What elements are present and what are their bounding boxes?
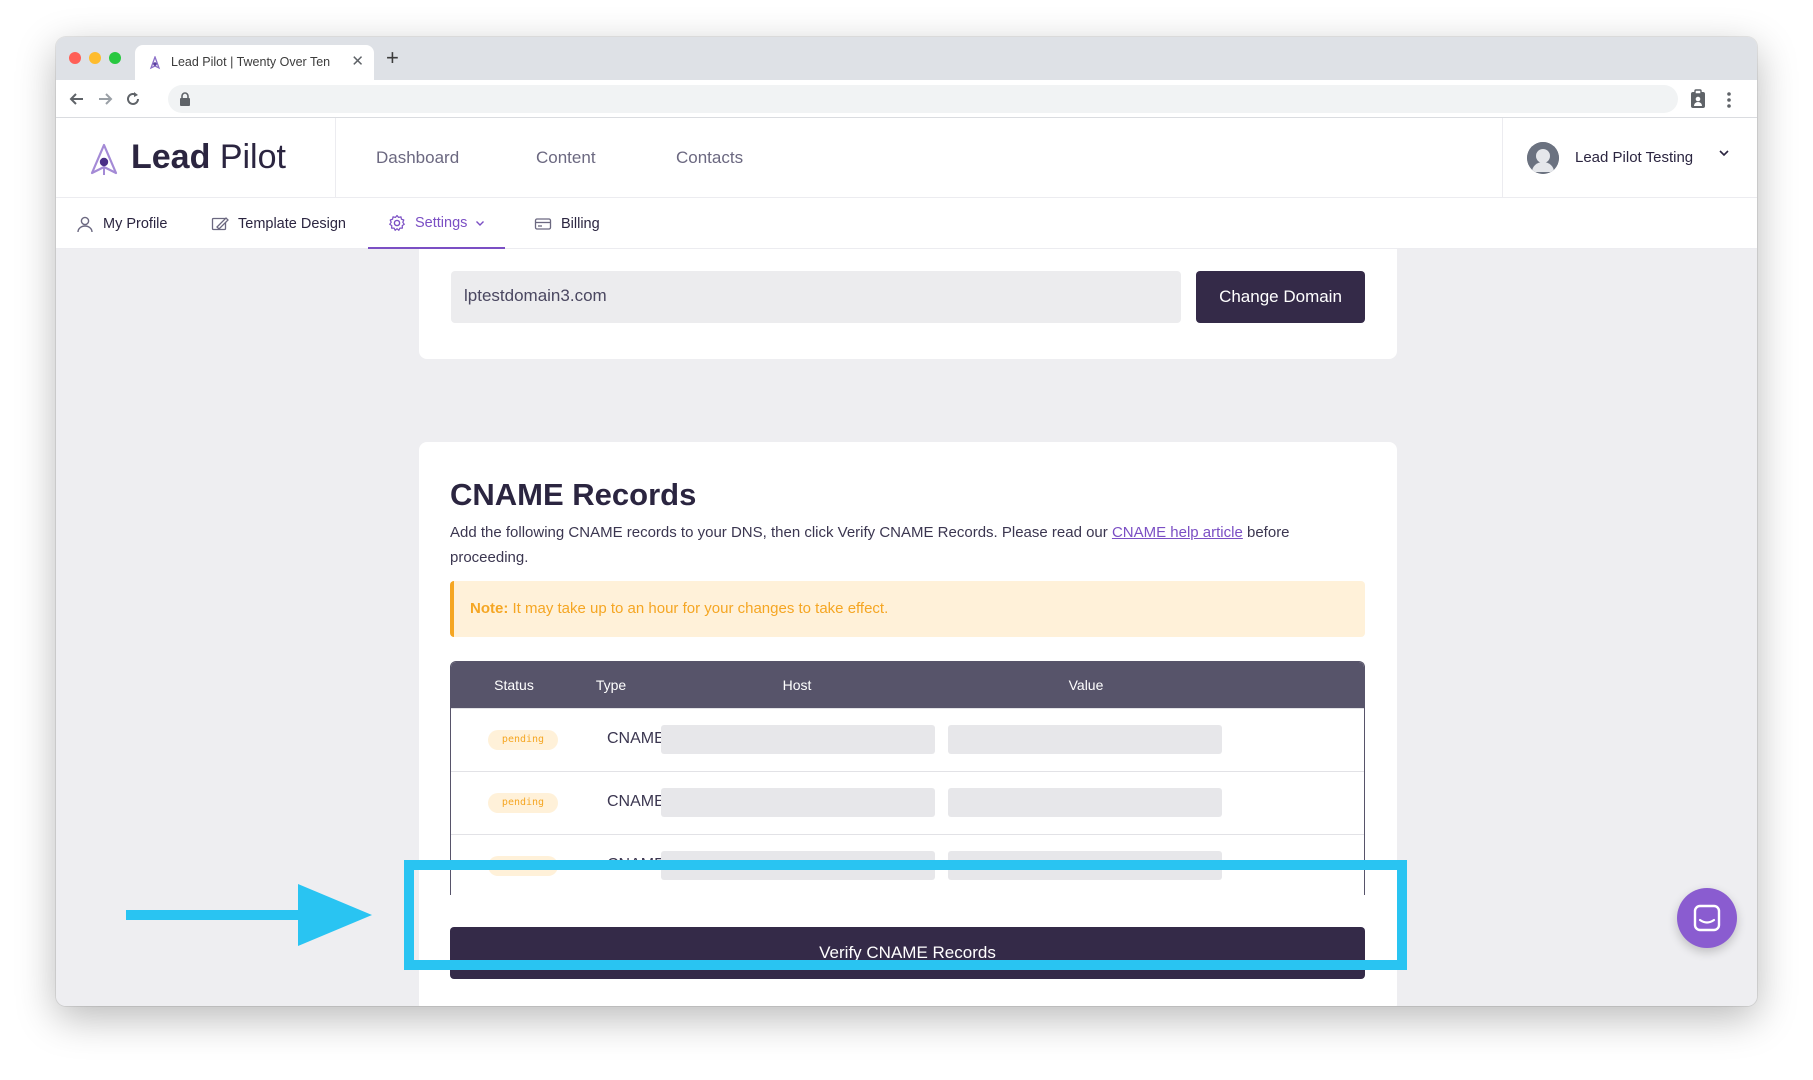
tab-strip: Lead Pilot | Twenty Over Ten ✕ + bbox=[56, 37, 1757, 80]
user-menu[interactable]: Lead Pilot Testing bbox=[1502, 118, 1757, 198]
browser-tab[interactable]: Lead Pilot | Twenty Over Ten ✕ bbox=[135, 45, 374, 80]
chat-icon bbox=[1693, 904, 1721, 932]
rocket-favicon-icon bbox=[149, 56, 161, 70]
user-avatar-icon bbox=[1527, 142, 1559, 174]
avatar bbox=[1527, 142, 1559, 174]
section-description: Add the following CNAME records to your … bbox=[450, 520, 1350, 570]
subnav-my-profile[interactable]: My Profile bbox=[76, 198, 167, 249]
credit-card-icon bbox=[534, 217, 552, 230]
close-tab-icon[interactable]: ✕ bbox=[351, 52, 364, 70]
lock-icon bbox=[180, 92, 190, 106]
column-header-host: Host bbox=[782, 677, 812, 693]
table-header: Status Type Host Value bbox=[451, 662, 1364, 708]
column-header-value: Value bbox=[1068, 677, 1104, 693]
cname-help-link[interactable]: CNAME help article bbox=[1112, 524, 1243, 541]
brand[interactable]: Lead Pilot bbox=[56, 118, 336, 198]
status-badge: pending bbox=[488, 793, 558, 813]
gear-icon bbox=[389, 214, 405, 231]
rocket-logo-icon bbox=[90, 143, 118, 175]
annotation-highlight-box bbox=[404, 860, 1407, 970]
brand-name: Lead Pilot bbox=[131, 138, 286, 177]
brand-name-light: Pilot bbox=[219, 138, 286, 176]
host-field[interactable] bbox=[661, 788, 935, 817]
close-window-button[interactable] bbox=[69, 52, 81, 64]
table-row: pending CNAME bbox=[451, 771, 1364, 834]
chevron-down-icon bbox=[1719, 150, 1729, 157]
chevron-down-icon bbox=[476, 220, 485, 226]
status-badge: pending bbox=[488, 730, 558, 750]
note-label: Note: bbox=[470, 600, 509, 617]
table-row: pending CNAME bbox=[451, 708, 1364, 771]
browser-menu-icon[interactable] bbox=[1726, 91, 1732, 109]
nav-dashboard[interactable]: Dashboard bbox=[376, 148, 459, 168]
column-header-type: Type bbox=[595, 677, 627, 693]
subnav-my-profile-label: My Profile bbox=[103, 215, 168, 232]
subnav-settings-label: Settings bbox=[415, 214, 468, 231]
settings-subnav: My Profile Template Design Settings Bill… bbox=[56, 198, 1757, 249]
subnav-template-design[interactable]: Template Design bbox=[211, 198, 346, 249]
new-tab-icon[interactable]: + bbox=[386, 45, 399, 71]
user-name: Lead Pilot Testing bbox=[1575, 149, 1694, 166]
forward-icon[interactable] bbox=[96, 90, 114, 108]
change-domain-button[interactable]: Change Domain bbox=[1196, 271, 1365, 323]
tab-title: Lead Pilot | Twenty Over Ten bbox=[171, 55, 331, 69]
minimize-window-button[interactable] bbox=[89, 52, 101, 64]
section-title: CNAME Records bbox=[450, 477, 697, 512]
domain-input[interactable]: lptestdomain3.com bbox=[451, 271, 1181, 323]
maximize-window-button[interactable] bbox=[109, 52, 121, 64]
note-text: It may take up to an hour for your chang… bbox=[508, 600, 889, 617]
annotation-arrow-icon bbox=[126, 884, 372, 946]
description-text: Add the following CNAME records to your … bbox=[450, 524, 1112, 541]
subnav-template-design-label: Template Design bbox=[238, 215, 346, 232]
back-icon[interactable] bbox=[68, 90, 86, 108]
subnav-billing-label: Billing bbox=[561, 215, 600, 232]
subnav-billing[interactable]: Billing bbox=[534, 198, 600, 249]
brand-name-bold: Lead bbox=[131, 138, 211, 176]
note-banner: Note: It may take up to an hour for your… bbox=[450, 581, 1365, 637]
template-edit-icon bbox=[211, 216, 229, 230]
nav-content[interactable]: Content bbox=[536, 148, 596, 168]
domain-card: lptestdomain3.com Change Domain bbox=[419, 249, 1397, 359]
value-field[interactable] bbox=[948, 725, 1222, 754]
record-type: CNAME bbox=[607, 730, 665, 747]
user-icon bbox=[77, 216, 93, 232]
column-header-status: Status bbox=[494, 677, 534, 693]
chat-widget-button[interactable] bbox=[1677, 888, 1737, 948]
host-field[interactable] bbox=[661, 725, 935, 754]
subnav-settings[interactable]: Settings bbox=[368, 198, 506, 249]
reload-icon[interactable] bbox=[124, 90, 142, 108]
app-header: Lead Pilot Dashboard Content Contacts Le… bbox=[56, 118, 1757, 198]
extension-clipboard-icon[interactable] bbox=[1690, 89, 1706, 109]
browser-toolbar bbox=[56, 80, 1757, 118]
nav-contacts[interactable]: Contacts bbox=[676, 148, 743, 168]
value-field[interactable] bbox=[948, 788, 1222, 817]
record-type: CNAME bbox=[607, 793, 665, 810]
address-bar[interactable] bbox=[168, 85, 1678, 113]
